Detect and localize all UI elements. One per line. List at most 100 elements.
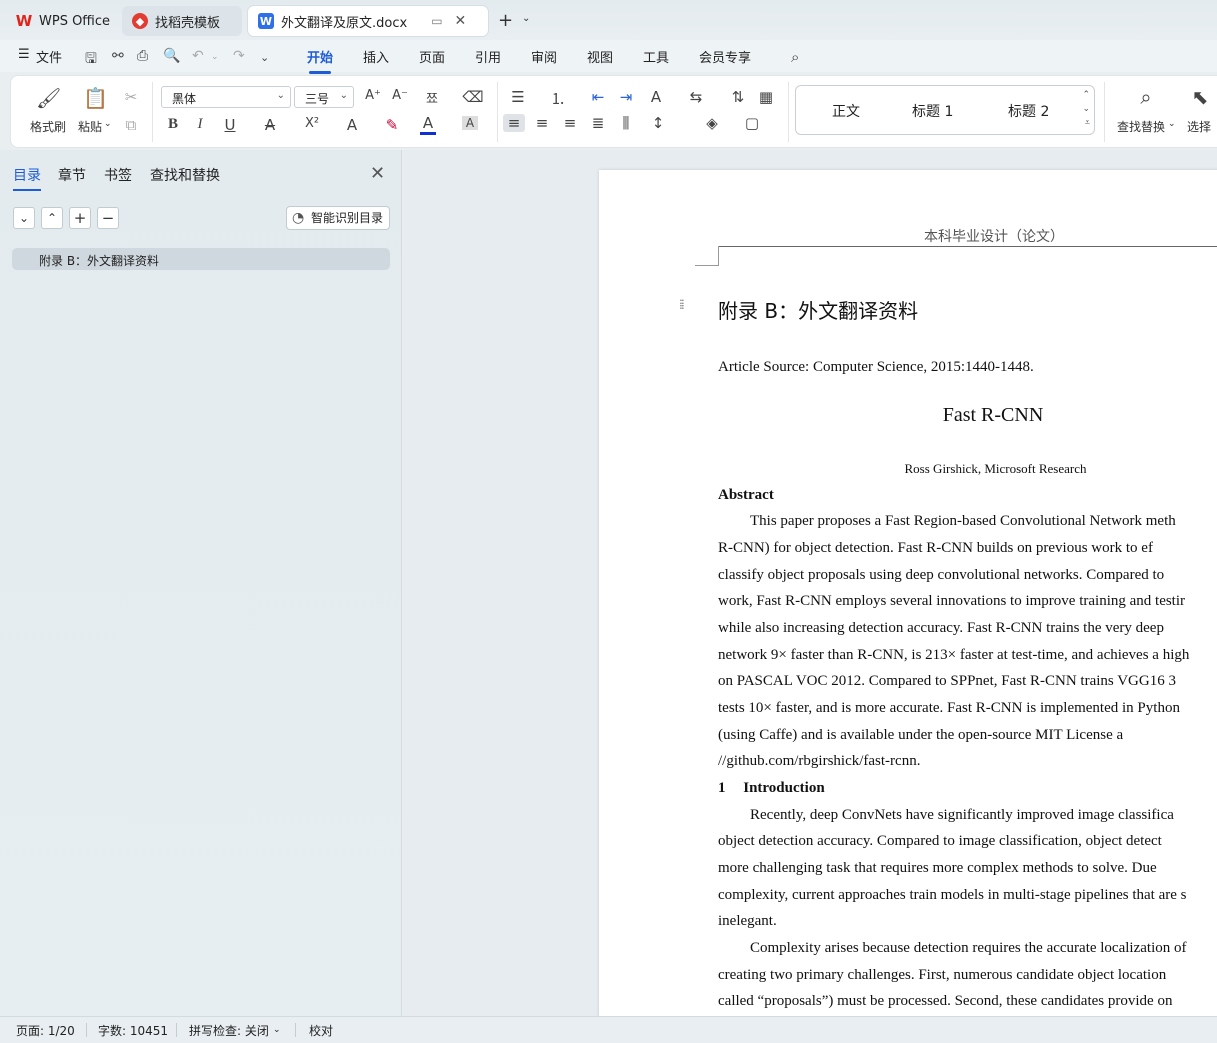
nav-tab-toc[interactable]: 目录	[13, 165, 41, 191]
superscript-icon[interactable]: X²	[301, 116, 323, 131]
document-canvas[interactable]: 本科毕业设计（论文） ⁞⁞ 附录 B：外文翻译资料 Article Source…	[403, 150, 1217, 1016]
page-count[interactable]: 页面: 1/20	[16, 1022, 75, 1039]
intro-line: object detection accuracy. Compared to i…	[718, 833, 1162, 849]
nav-tab-chapters[interactable]: 章节	[58, 165, 86, 185]
hamburger-icon[interactable]: ☰	[18, 47, 30, 62]
chevron-down-icon[interactable]: ⌄	[1082, 104, 1090, 114]
find-replace-button[interactable]: 查找替换	[1117, 118, 1165, 135]
nav-tab-find-replace[interactable]: 查找和替换	[150, 165, 220, 185]
paste-button[interactable]: 粘贴	[78, 118, 102, 135]
select-button[interactable]: 选择	[1187, 118, 1211, 135]
highlight-icon[interactable]: ✎	[381, 116, 403, 134]
format-painter-icon[interactable]: 🖌	[36, 86, 61, 110]
more-chevron-icon[interactable]: ⌄	[260, 51, 269, 64]
spellcheck-status[interactable]: 拼写检查: 关闭	[189, 1022, 269, 1039]
redo-icon[interactable]: ↷	[233, 48, 245, 64]
divider	[176, 1023, 177, 1037]
tab-current-document[interactable]: W 外文翻译及原文.docx ▭ ✕	[248, 6, 488, 36]
close-tab-icon[interactable]: ✕	[455, 13, 467, 29]
italic-icon[interactable]: I	[189, 116, 211, 133]
drag-handle-icon[interactable]: ⁞⁞	[679, 298, 685, 314]
menu-tools[interactable]: 工具	[643, 47, 669, 66]
find-dropdown-icon[interactable]: ⌄	[1168, 119, 1176, 129]
cut-icon[interactable]: ✂	[120, 88, 142, 106]
bold-icon[interactable]: B	[162, 116, 184, 133]
align-center-icon[interactable]: ≡	[531, 114, 553, 132]
paste-icon[interactable]: 📋	[83, 86, 108, 110]
border-icon[interactable]: ▢	[741, 114, 763, 132]
chevron-down-icon[interactable]: ⌄	[522, 13, 530, 24]
remove-toc-button[interactable]: −	[97, 207, 119, 229]
proofread-button[interactable]: 校对	[309, 1022, 333, 1039]
justify-icon[interactable]: ≣	[587, 114, 609, 132]
style-normal[interactable]: 正文	[832, 101, 860, 121]
add-toc-button[interactable]: +	[69, 207, 91, 229]
style-heading-1[interactable]: 标题 1	[912, 101, 953, 121]
menu-home[interactable]: 开始	[307, 47, 333, 74]
paragraph-shading-icon[interactable]: ◈	[701, 114, 723, 132]
toc-item[interactable]: 附录 B：外文翻译资料	[12, 248, 390, 270]
find-icon[interactable]: ⌕	[1135, 85, 1157, 109]
font-name-select[interactable]: 黑体 ⌄	[161, 86, 291, 108]
bullet-list-icon[interactable]: ☰	[507, 88, 529, 106]
line-wrap-icon[interactable]: ⇆	[685, 88, 707, 106]
underline-icon[interactable]: U	[219, 116, 241, 134]
increase-indent-icon[interactable]: ⇥	[615, 88, 637, 106]
format-painter-button[interactable]: 格式刷	[30, 118, 66, 135]
strikethrough-icon[interactable]: A	[259, 116, 281, 134]
abstract-line: on PASCAL VOC 2012. Compared to SPPnet, …	[718, 673, 1176, 689]
menu-page[interactable]: 页面	[419, 47, 445, 66]
copy-icon[interactable]: ⧉	[120, 116, 142, 134]
font-size-select[interactable]: 三号 ⌄	[294, 86, 354, 108]
show-marks-icon[interactable]: ▦	[755, 88, 777, 106]
menu-member[interactable]: 会员专享	[699, 47, 751, 66]
document-page[interactable]: 本科毕业设计（论文） ⁞⁞ 附录 B：外文翻译资料 Article Source…	[599, 170, 1217, 1016]
expand-styles-icon[interactable]: ⩡	[1085, 118, 1090, 128]
expand-down-button[interactable]: ⌄	[13, 207, 35, 229]
char-shading-icon[interactable]: A	[462, 116, 478, 130]
align-left-icon[interactable]: ≡	[503, 114, 525, 132]
chevron-down-icon[interactable]: ⌄	[273, 1025, 281, 1035]
menu-review[interactable]: 审阅	[531, 47, 557, 66]
numbered-list-icon[interactable]: ⒈	[547, 88, 569, 109]
align-right-icon[interactable]: ≡	[559, 114, 581, 132]
decrease-indent-icon[interactable]: ⇤	[587, 88, 609, 106]
clear-format-icon[interactable]: ⌫	[462, 88, 484, 106]
menu-reference[interactable]: 引用	[475, 47, 501, 66]
font-shrink-icon[interactable]: A⁻	[389, 88, 411, 103]
menu-insert[interactable]: 插入	[363, 47, 389, 66]
undo-icon[interactable]: ↶	[192, 48, 204, 64]
menu-bar: ☰ 文件 🖫 ⚯ ⎙ 🔍 ↶ ⌄ ↷ ⌄ 开始 插入 页面 引用 审阅 视图 工…	[0, 40, 1217, 74]
close-icon[interactable]: ✕	[370, 163, 385, 184]
text-direction-icon[interactable]: A	[645, 88, 667, 106]
phonetic-guide-icon[interactable]: 쬬	[421, 88, 443, 107]
new-tab-icon[interactable]: +	[498, 10, 513, 31]
tab-wps-office[interactable]: W WPS Office	[6, 6, 116, 36]
sort-icon[interactable]: ⇅	[727, 88, 749, 106]
tab-docer-templates[interactable]: ◆ 找稻壳模板	[122, 6, 242, 36]
save-icon[interactable]: 🖫	[85, 48, 97, 72]
paste-dropdown-icon[interactable]: ⌄	[104, 119, 112, 129]
line-spacing-icon[interactable]: ↕	[647, 114, 669, 132]
style-heading-2[interactable]: 标题 2	[1008, 101, 1049, 121]
undo-dropdown-icon[interactable]: ⌄	[211, 52, 219, 62]
window-icon[interactable]: ▭	[431, 14, 442, 28]
text-effect-icon[interactable]: A	[341, 116, 363, 134]
select-cursor-icon[interactable]: ⬉	[1189, 85, 1211, 109]
print-preview-icon[interactable]: 🔍	[163, 48, 180, 64]
distribute-icon[interactable]: ⫼	[615, 114, 637, 132]
print-icon[interactable]: ⎙	[137, 48, 148, 64]
ribbon-toolbar: 🖌 格式刷 📋 粘贴 ⌄ ✂ ⧉ 黑体 ⌄ 三号 ⌄ A⁺ A⁻ 쬬 ⌫ B I…	[10, 75, 1217, 148]
font-grow-icon[interactable]: A⁺	[362, 88, 384, 103]
menu-view[interactable]: 视图	[587, 47, 613, 66]
word-count[interactable]: 字数: 10451	[98, 1022, 168, 1039]
intro-line: Complexity arises because detection requ…	[750, 940, 1187, 956]
collapse-up-button[interactable]: ⌃	[41, 207, 63, 229]
chevron-up-icon[interactable]: ⌃	[1082, 90, 1090, 100]
nav-tab-bookmarks[interactable]: 书签	[104, 165, 132, 185]
menu-file[interactable]: 文件	[36, 47, 62, 66]
search-icon[interactable]: ⌕	[791, 48, 799, 66]
font-color-icon[interactable]: A	[420, 114, 436, 135]
smart-toc-button[interactable]: ◔ 智能识别目录	[286, 206, 390, 230]
share-link-icon[interactable]: ⚯	[112, 48, 124, 64]
